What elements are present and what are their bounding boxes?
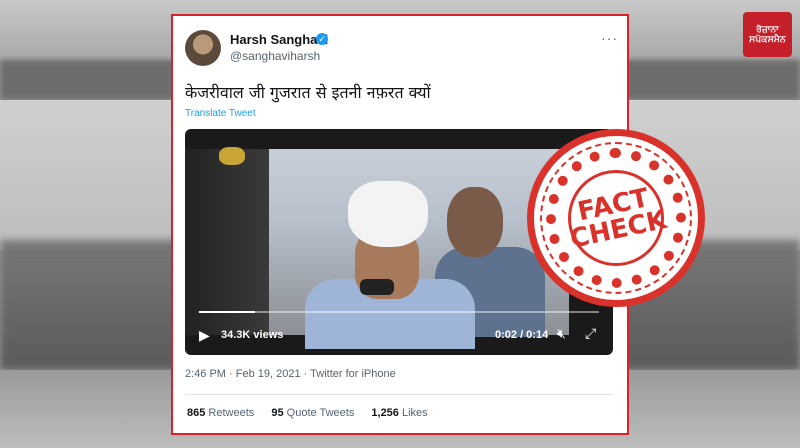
video-speaker-cap bbox=[348, 181, 428, 247]
quote-tweets-stat[interactable]: 95 Quote Tweets bbox=[271, 407, 354, 419]
author-handle[interactable]: @sanghaviharsh bbox=[230, 49, 320, 63]
video-microphone bbox=[360, 279, 394, 295]
video-views: 34.3K views bbox=[221, 329, 284, 341]
expand-icon[interactable]: ⤢ bbox=[585, 325, 596, 342]
play-icon[interactable]: ▶ bbox=[199, 327, 210, 344]
likes-stat[interactable]: 1,256 Likes bbox=[371, 407, 427, 419]
retweets-count: 865 bbox=[187, 407, 206, 419]
retweets-stat[interactable]: 865 Retweets bbox=[187, 407, 254, 419]
video-time: 0:02 / 0:14 bbox=[495, 329, 549, 341]
likes-count: 1,256 bbox=[371, 407, 399, 419]
channel-logo bbox=[219, 147, 245, 165]
mute-icon[interactable]: 🔇︎ bbox=[557, 325, 566, 342]
fact-check-stamp: FACT CHECK bbox=[527, 129, 705, 307]
video-progress-bar[interactable] bbox=[199, 311, 599, 313]
tweet-timestamp[interactable]: 2:46 PM · Feb 19, 2021 · Twitter for iPh… bbox=[185, 368, 396, 380]
quote-tweets-label: Quote Tweets bbox=[286, 407, 355, 419]
likes-label: Likes bbox=[401, 407, 428, 419]
publisher-logo: ਰੋਜ਼ਾਨਾ ਸਪੋਕਸਮੈਨ bbox=[743, 12, 792, 57]
video-frame-left bbox=[185, 149, 269, 335]
video-person-head bbox=[447, 187, 503, 257]
more-icon[interactable]: ··· bbox=[601, 30, 618, 46]
author-name[interactable]: Harsh Sanghavi bbox=[230, 32, 328, 47]
translate-tweet-link[interactable]: Translate Tweet bbox=[185, 108, 256, 119]
quote-tweets-count: 95 bbox=[271, 407, 284, 419]
divider bbox=[185, 394, 613, 395]
video-progress-fill bbox=[199, 311, 255, 313]
tweet-text: केजरीवाल जी गुजरात से इतनी नफ़रत क्यों bbox=[185, 83, 431, 102]
verified-icon: ✓ bbox=[316, 33, 328, 45]
retweets-label: Retweets bbox=[208, 407, 255, 419]
avatar[interactable] bbox=[185, 30, 221, 66]
tweet-stats: 865 Retweets 95 Quote Tweets 1,256 Likes bbox=[187, 407, 442, 419]
logo-line-2: ਸਪੋਕਸਮੈਨ bbox=[749, 33, 786, 44]
